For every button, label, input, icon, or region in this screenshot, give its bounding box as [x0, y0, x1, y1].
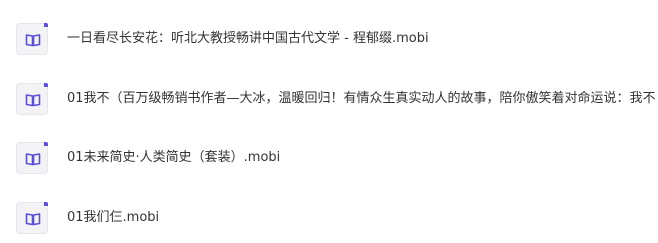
file-name: 01未来简史·人类简史（套装）.mobi [67, 150, 281, 165]
file-name: 一日看尽长安花：听北大教授畅讲中国古代文学 - 程郁缀.mobi [67, 31, 429, 46]
book-icon [16, 202, 48, 234]
file-row-2[interactable]: 01我不（百万级畅销书作者—大冰，温暖回归！有情众生真实动人的故事，陪你傲笑着对… [0, 69, 658, 129]
book-icon [16, 23, 48, 55]
file-row-4[interactable]: 01我们仨.mobi [0, 188, 658, 243]
file-name: 01我不（百万级畅销书作者—大冰，温暖回归！有情众生真实动人的故事，陪你傲笑着对… [67, 91, 656, 106]
file-row-3[interactable]: 01未来简史·人类简史（套装）.mobi [0, 128, 658, 188]
file-list: 一日看尽长安花：听北大教授畅讲中国古代文学 - 程郁缀.mobi 01我不（百万… [0, 0, 658, 243]
book-icon [16, 83, 48, 115]
book-icon [16, 142, 48, 174]
file-row-1[interactable]: 一日看尽长安花：听北大教授畅讲中国古代文学 - 程郁缀.mobi [0, 9, 658, 69]
file-name: 01我们仨.mobi [67, 210, 160, 225]
